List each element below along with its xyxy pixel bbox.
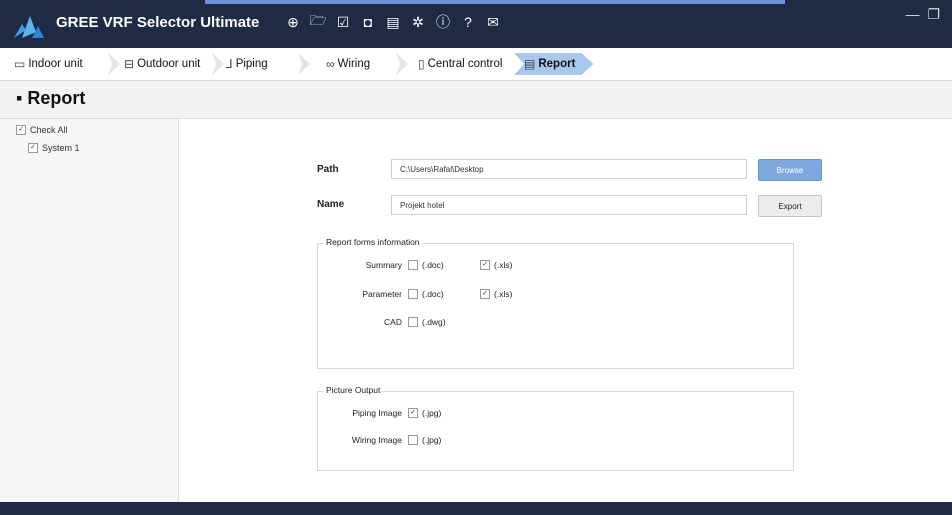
parameter-label: Parameter xyxy=(362,289,402,299)
wiring-icon: ∞ xyxy=(326,57,335,71)
piping-image-format: (.jpg) xyxy=(422,408,442,418)
name-field[interactable]: Projekt hotel xyxy=(391,195,747,215)
system-label: System 1 xyxy=(42,143,80,153)
settings-icon[interactable]: ✲ xyxy=(408,12,428,32)
mail-icon[interactable]: ✉ xyxy=(483,12,503,32)
summary-xls-checkbox[interactable]: ✓ xyxy=(480,260,490,270)
gree-logo-icon xyxy=(14,16,44,38)
tab-outdoor-unit[interactable]: ⊟ Outdoor unit xyxy=(124,53,200,75)
summary-row: Summary (.doc) ✓ (.xls) xyxy=(318,260,512,270)
wiring-image-label: Wiring Image xyxy=(351,435,402,445)
path-field[interactable]: C:\Users\Rafal\Desktop xyxy=(391,159,747,179)
piping-icon: ⅃ xyxy=(226,57,233,71)
tab-report[interactable]: ▤ Report xyxy=(514,53,593,75)
app-title: GREE VRF Selector Ultimate xyxy=(56,14,260,31)
tab-indoor-unit[interactable]: ▭ Indoor unit xyxy=(14,53,83,75)
indoor-unit-icon: ▭ xyxy=(14,57,26,71)
picture-output-group: Picture Output Piping Image ✓ (.jpg) Wir… xyxy=(317,385,794,471)
info-icon[interactable]: ⓘ xyxy=(433,12,453,32)
page-title-text: Report xyxy=(27,88,86,108)
checkbox-checked-icon: ✓ xyxy=(28,143,38,153)
minimize-icon[interactable]: — xyxy=(905,6,919,23)
name-label: Name xyxy=(317,199,345,210)
page-title: ▪ Report xyxy=(16,88,86,108)
title-bar: GREE VRF Selector Ultimate ⊕ 🗁 ☑ ◘ ▤ ✲ ⓘ… xyxy=(0,0,952,48)
tab-label: Central control xyxy=(427,58,503,70)
restore-icon[interactable]: ❐ xyxy=(927,6,940,23)
system-tree-panel: ✓ Check All ✓ System 1 xyxy=(0,119,179,502)
report-icon: ▤ xyxy=(524,57,536,71)
chevron-separator xyxy=(396,53,408,75)
parameter-row: Parameter (.doc) ✓ (.xls) xyxy=(318,289,512,299)
add-icon[interactable]: ⊕ xyxy=(283,12,303,32)
report-forms-title: Report forms information xyxy=(324,237,422,247)
help-icon[interactable]: ? xyxy=(458,12,478,32)
edit-icon[interactable]: ☑ xyxy=(333,12,353,32)
tab-label: Wiring xyxy=(337,58,371,70)
cad-dwg-checkbox[interactable] xyxy=(408,317,418,327)
tab-piping[interactable]: ⅃ Piping xyxy=(226,53,268,75)
parameter-xls-label: (.xls) xyxy=(494,289,513,299)
wiring-image-row: Wiring Image (.jpg) xyxy=(318,435,441,445)
tab-label: Piping xyxy=(235,58,268,70)
piping-image-row: Piping Image ✓ (.jpg) xyxy=(318,408,441,418)
cad-row: CAD (.dwg) xyxy=(318,317,446,327)
save-icon[interactable]: ◘ xyxy=(358,12,378,32)
summary-xls-label: (.xls) xyxy=(494,260,513,270)
chevron-separator xyxy=(212,53,224,75)
cad-label: CAD xyxy=(384,317,402,327)
report-forms-group: Report forms information Summary (.doc) … xyxy=(317,237,794,369)
parameter-doc-checkbox[interactable] xyxy=(408,289,418,299)
title-highlight-strip xyxy=(205,0,785,4)
chevron-separator xyxy=(298,53,310,75)
checkbox-checked-icon: ✓ xyxy=(16,125,26,135)
system-1-checkbox[interactable]: ✓ System 1 xyxy=(28,143,80,153)
picture-output-title: Picture Output xyxy=(324,385,383,395)
window-controls: — ❐ xyxy=(905,6,940,23)
path-label: Path xyxy=(317,164,339,175)
outdoor-unit-icon: ⊟ xyxy=(124,57,135,71)
export-button[interactable]: Export xyxy=(758,195,822,217)
folder-open-icon[interactable]: 🗁 xyxy=(308,12,328,32)
tab-label: Indoor unit xyxy=(28,58,83,70)
chevron-separator xyxy=(108,53,120,75)
piping-image-checkbox[interactable]: ✓ xyxy=(408,408,418,418)
tab-label: Outdoor unit xyxy=(137,58,201,70)
report-settings-panel: Path C:\Users\Rafal\Desktop Browse Name … xyxy=(179,119,952,502)
tab-central-control[interactable]: ▯ Central control xyxy=(418,53,502,75)
check-all-checkbox[interactable]: ✓ Check All xyxy=(16,125,68,135)
browse-button[interactable]: Browse xyxy=(758,159,822,181)
wiring-image-checkbox[interactable] xyxy=(408,435,418,445)
piping-image-label: Piping Image xyxy=(352,408,402,418)
status-bar xyxy=(0,502,952,515)
parameter-doc-label: (.doc) xyxy=(422,289,444,299)
parameter-xls-checkbox[interactable]: ✓ xyxy=(480,289,490,299)
summary-label: Summary xyxy=(365,260,402,270)
tab-wiring[interactable]: ∞ Wiring xyxy=(326,53,370,75)
wiring-image-format: (.jpg) xyxy=(422,435,442,445)
calculator-icon[interactable]: ▤ xyxy=(383,12,403,32)
check-all-label: Check All xyxy=(30,125,68,135)
summary-doc-checkbox[interactable] xyxy=(408,260,418,270)
toolbar: ⊕ 🗁 ☑ ◘ ▤ ✲ ⓘ ? ✉ xyxy=(283,12,503,32)
summary-doc-label: (.doc) xyxy=(422,260,444,270)
tab-label: Report xyxy=(538,58,576,70)
workflow-tabs: ▭ Indoor unit ⊟ Outdoor unit ⅃ Piping ∞ … xyxy=(0,48,952,81)
cad-dwg-label: (.dwg) xyxy=(422,317,446,327)
central-control-icon: ▯ xyxy=(418,57,425,71)
